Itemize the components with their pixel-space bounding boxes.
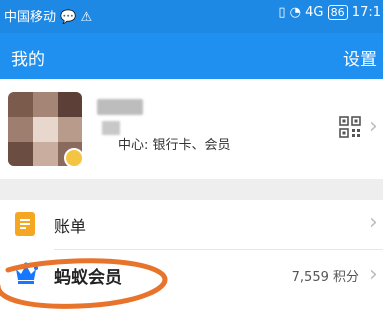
annotation-circle xyxy=(0,258,168,309)
chevron-right-icon: › xyxy=(369,210,378,235)
member-badge-icon xyxy=(64,148,82,166)
status-bar: 中国移动 💬 ⚠ ▯ ◔ 4G 86 17:1 xyxy=(0,0,383,33)
profile-card[interactable]: 中心: 银行卡、会员 › xyxy=(0,79,383,179)
nav-bar: 我的 设置 xyxy=(0,33,383,79)
wifi-icon: ◔ xyxy=(289,5,302,20)
clock: 17:1 xyxy=(351,5,381,20)
signal-icon: 4G xyxy=(305,5,324,20)
qr-code-icon[interactable] xyxy=(339,116,361,138)
chevron-right-icon: › xyxy=(369,262,378,287)
carrier-name: 中国移动 xyxy=(4,10,57,25)
avatar[interactable] xyxy=(8,92,82,166)
profile-subtitle: 中心: 银行卡、会员 xyxy=(118,138,231,153)
menu-item-bill[interactable]: 账单 › xyxy=(0,200,383,250)
vibrate-icon: ▯ xyxy=(278,5,286,20)
page-title: 我的 xyxy=(11,50,45,70)
status-right: ▯ ◔ 4G 86 17:1 xyxy=(278,5,381,20)
bill-label: 账单 xyxy=(54,217,87,236)
bill-icon xyxy=(15,212,35,236)
chat-bubble-icon: 💬 xyxy=(60,10,77,25)
section-divider xyxy=(0,179,383,200)
status-left: 中国移动 💬 ⚠ xyxy=(4,6,92,25)
user-name-blurred xyxy=(97,99,143,115)
chevron-right-icon: › xyxy=(369,114,378,139)
notification-icon: ⚠ xyxy=(80,10,93,25)
settings-button[interactable]: 设置 xyxy=(343,45,377,70)
blurred-text xyxy=(102,121,120,135)
points-value: 7,559 积分 xyxy=(291,270,359,285)
battery-icon: 86 xyxy=(327,5,348,20)
